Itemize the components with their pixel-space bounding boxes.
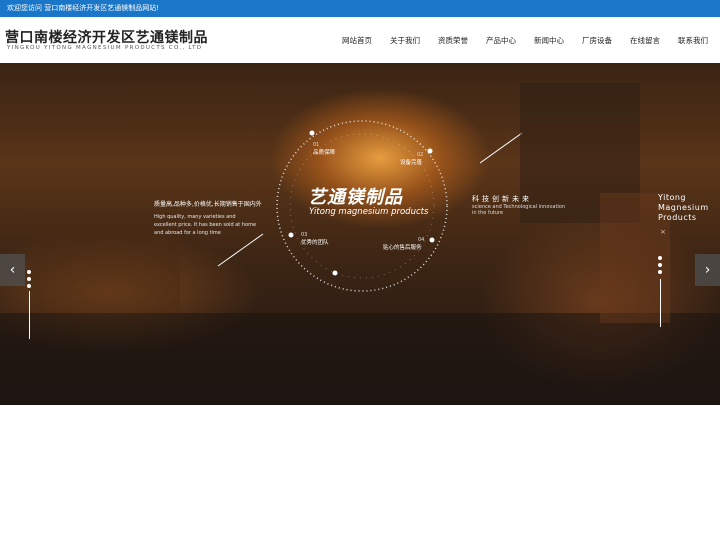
slide-dots-right	[658, 256, 662, 277]
innovation-description: science and Technological innovation in …	[472, 204, 566, 216]
slide-dot[interactable]	[658, 256, 662, 260]
feature-service: 04 贴心的售后服务	[383, 236, 424, 252]
nav-home[interactable]: 网站首页	[342, 35, 372, 46]
feature-label: 优秀的团队	[301, 240, 329, 246]
banner-decoration	[0, 83, 720, 405]
banner-title: 艺通镁制品	[308, 187, 403, 208]
feature-num: 04	[418, 237, 425, 243]
feature-num: 03	[301, 232, 308, 238]
nav-contact[interactable]: 联系我们	[678, 35, 708, 46]
connector-line	[217, 233, 264, 267]
slide-dot[interactable]	[27, 284, 31, 288]
nav-message[interactable]: 在线留言	[630, 35, 660, 46]
floor-shade	[0, 313, 720, 405]
brand-english: Yitong Magnesium Products	[658, 193, 709, 223]
company-logo-english: YINGKOU YITONG MAGNESIUM PRODUCTS CO., L…	[7, 45, 203, 51]
feature-label: 品质保障	[313, 150, 336, 156]
nav-products[interactable]: 产品中心	[486, 35, 516, 46]
ring-node	[429, 237, 435, 243]
ring-node	[427, 148, 433, 154]
feature-quality: 01 品质保障	[313, 141, 335, 157]
welcome-text: 欢迎您访问 营口南楼经济开发区艺通镁制品网站!	[7, 4, 160, 12]
divider-line	[28, 291, 30, 339]
nav-equipment[interactable]: 厂房设备	[582, 35, 612, 46]
main-nav: 网站首页 关于我们 资质荣誉 产品中心 新闻中心 厂房设备 在线留言 联系我们	[324, 17, 708, 63]
banner-subtitle: Yitong magnesium products	[309, 207, 429, 217]
ring-node	[332, 270, 338, 276]
hero-banner: 艺通镁制品 Yitong magnesium products 01 品质保障 …	[0, 63, 720, 405]
brand-line: Products	[658, 213, 697, 222]
slide-dot[interactable]	[658, 263, 662, 267]
site-header: 营口南楼经济开发区艺通镁制品 YINGKOU YITONG MAGNESIUM …	[0, 17, 720, 63]
feature-label: 设备完善	[400, 160, 423, 166]
feature-num: 01	[313, 142, 320, 148]
connector-line	[479, 132, 523, 164]
divider-line	[659, 279, 661, 327]
prev-slide-button[interactable]: ‹	[0, 254, 25, 286]
next-slide-button[interactable]: ›	[695, 254, 720, 286]
slide-dot[interactable]	[27, 277, 31, 281]
innovation-heading: 科技创新未来	[472, 195, 532, 203]
nav-about[interactable]: 关于我们	[390, 35, 420, 46]
brand-line: Yitong	[658, 193, 687, 202]
slide-dot[interactable]	[27, 270, 31, 274]
feature-team: 03 优秀的团队	[301, 231, 329, 247]
top-welcome-bar: 欢迎您访问 营口南楼经济开发区艺通镁制品网站!	[0, 0, 720, 17]
company-logo-name[interactable]: 营口南楼经济开发区艺通镁制品	[5, 27, 208, 47]
ring-node	[309, 130, 315, 136]
slide-dots-left	[27, 270, 31, 291]
nav-honors[interactable]: 资质荣誉	[438, 35, 468, 46]
quality-description: High quality, many varieties and excelle…	[154, 214, 257, 236]
ring-node	[288, 232, 294, 238]
nav-news[interactable]: 新闻中心	[534, 35, 564, 46]
brand-line: Magnesium	[658, 203, 709, 212]
close-icon: ×	[660, 228, 666, 236]
feature-equipment: 02 设备完善	[400, 151, 423, 167]
slide-dot[interactable]	[658, 270, 662, 274]
feature-label: 贴心的售后服务	[383, 245, 422, 251]
quality-heading: 质量高,品种多,价格优,长期销售于国内外	[154, 201, 262, 208]
feature-num: 02	[417, 152, 424, 158]
